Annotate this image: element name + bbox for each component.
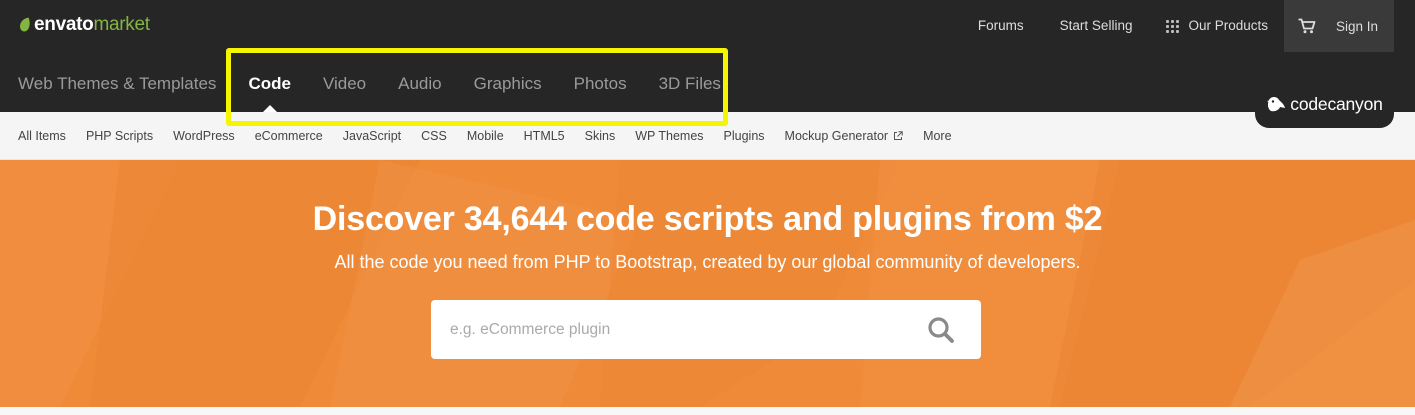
envato-market-logo[interactable]: envato market [18,13,150,37]
logo-text-market: market [93,14,150,35]
top-header: envato market Forums Start Selling Our P… [0,0,1415,112]
subnav-more[interactable]: More [923,129,951,143]
page-bottom-strip [0,407,1415,415]
subnav-php-scripts[interactable]: PHP Scripts [86,129,153,143]
subnav-plugins[interactable]: Plugins [724,129,765,143]
our-products-link[interactable]: Our Products [1166,0,1268,52]
subnav-mobile[interactable]: Mobile [467,129,504,143]
codecanyon-text: codecanyon [1290,93,1383,114]
codecanyon-badge[interactable]: codecanyon [1255,80,1394,128]
subcategory-nav: All Items PHP Scripts WordPress eCommerc… [0,112,1415,160]
top-nav: Forums Start Selling Our Products Sign I… [942,0,1394,52]
category-graphics[interactable]: Graphics [474,62,542,106]
subnav-all-items[interactable]: All Items [18,129,66,143]
start-selling-link[interactable]: Start Selling [1060,0,1133,52]
category-code[interactable]: Code [248,62,291,112]
logo-text-envato: envato [34,14,94,35]
subnav-skins[interactable]: Skins [585,129,616,143]
cart-signin-block[interactable]: Sign In [1284,0,1394,52]
sign-in-link[interactable]: Sign In [1336,19,1378,34]
codecanyon-bird-icon [1267,97,1286,112]
category-audio[interactable]: Audio [398,62,441,106]
subnav-javascript[interactable]: JavaScript [343,129,401,143]
search-box [431,300,981,359]
category-3d-files[interactable]: 3D Files [659,62,721,106]
our-products-label: Our Products [1188,18,1268,33]
category-video[interactable]: Video [323,62,366,106]
search-icon[interactable] [927,316,955,344]
category-web-themes[interactable]: Web Themes & Templates [18,62,216,106]
hero-banner: Discover 34,644 code scripts and plugins… [0,160,1415,407]
cart-icon[interactable] [1298,18,1316,34]
subnav-wp-themes[interactable]: WP Themes [635,129,703,143]
subnav-wordpress[interactable]: WordPress [173,129,235,143]
search-input[interactable] [431,300,927,359]
category-photos[interactable]: Photos [574,62,627,106]
subnav-mockup-generator[interactable]: Mockup Generator [785,129,904,143]
subnav-css[interactable]: CSS [421,129,447,143]
subnav-ecommerce[interactable]: eCommerce [255,129,323,143]
grid-icon [1166,19,1180,33]
hero-background-pattern [0,160,1415,407]
forums-link[interactable]: Forums [978,0,1024,52]
subnav-html5[interactable]: HTML5 [524,129,565,143]
hero-subtitle: All the code you need from PHP to Bootst… [334,252,1081,272]
hero-title: Discover 34,644 code scripts and plugins… [312,200,1103,238]
external-link-icon [894,130,903,140]
subnav-mockup-generator-label: Mockup Generator [784,128,889,143]
category-nav: Web Themes & Templates Code Video Audio … [18,62,753,112]
envato-leaf-icon [20,17,30,32]
